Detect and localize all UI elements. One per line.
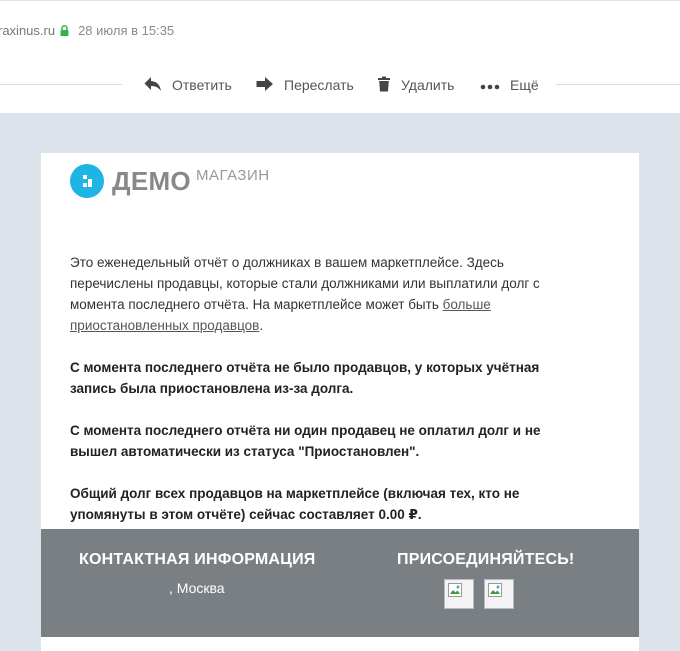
logo-text-sub: МАГАЗИН (195, 167, 270, 184)
logo-circle-icon (70, 164, 104, 198)
more-button[interactable]: Ещё (480, 72, 539, 98)
reply-icon (144, 76, 162, 95)
suspended-paragraph: С момента последнего отчёта не было прод… (70, 360, 540, 396)
reply-button[interactable]: Ответить (144, 72, 232, 98)
contact-city: , Москва (169, 580, 225, 596)
forward-label: Переслать (284, 77, 354, 93)
join-us-title: ПРИСОЕДИНЯЙТЕСЬ! (397, 551, 575, 568)
email-content: Это еженедельный отчёт о должниках в ваш… (70, 252, 570, 546)
lock-icon (60, 24, 69, 36)
email-card: ДЕМО МАГАЗИН Это еженедельный отчёт о до… (41, 153, 639, 651)
social-link-1[interactable] (444, 579, 474, 609)
forward-arrow-icon (256, 76, 274, 95)
contact-info-title: КОНТАКТНАЯ ИНФОРМАЦИЯ (79, 551, 316, 568)
paid-paragraph: С момента последнего отчёта ни один прод… (70, 423, 541, 459)
delete-label: Удалить (401, 77, 455, 93)
more-label: Ещё (510, 77, 539, 93)
intro-end: . (259, 318, 264, 333)
more-dots-icon (480, 77, 500, 93)
sender-domain[interactable]: raxinus.ru (0, 23, 55, 38)
trash-icon (377, 76, 391, 95)
toolbar-divider-right (556, 84, 680, 85)
top-border (0, 0, 680, 1)
email-body-area: ДЕМО МАГАЗИН Это еженедельный отчёт о до… (0, 113, 680, 651)
broken-image-icon (488, 583, 502, 597)
message-header: raxinus.ru 28 июля в 15:35 (0, 20, 174, 40)
broken-image-icon (448, 583, 462, 597)
email-footer: КОНТАКТНАЯ ИНФОРМАЦИЯ , Москва ПРИСОЕДИН… (41, 529, 639, 637)
logo-text-main: ДЕМО (112, 166, 191, 196)
forward-button[interactable]: Переслать (256, 72, 354, 98)
intro-paragraph: Это еженедельный отчёт о должниках в ваш… (70, 252, 570, 336)
shop-logo[interactable]: ДЕМО МАГАЗИН (70, 162, 270, 200)
message-date: 28 июля в 15:35 (78, 22, 175, 38)
delete-button[interactable]: Удалить (377, 72, 454, 98)
social-link-2[interactable] (484, 579, 514, 609)
total-debt-paragraph: Общий долг всех продавцов на маркетплейс… (70, 486, 520, 522)
message-toolbar: Ответить Переслать Удалить Ещё (0, 72, 680, 98)
toolbar-divider-left (0, 84, 122, 85)
reply-label: Ответить (172, 77, 232, 93)
